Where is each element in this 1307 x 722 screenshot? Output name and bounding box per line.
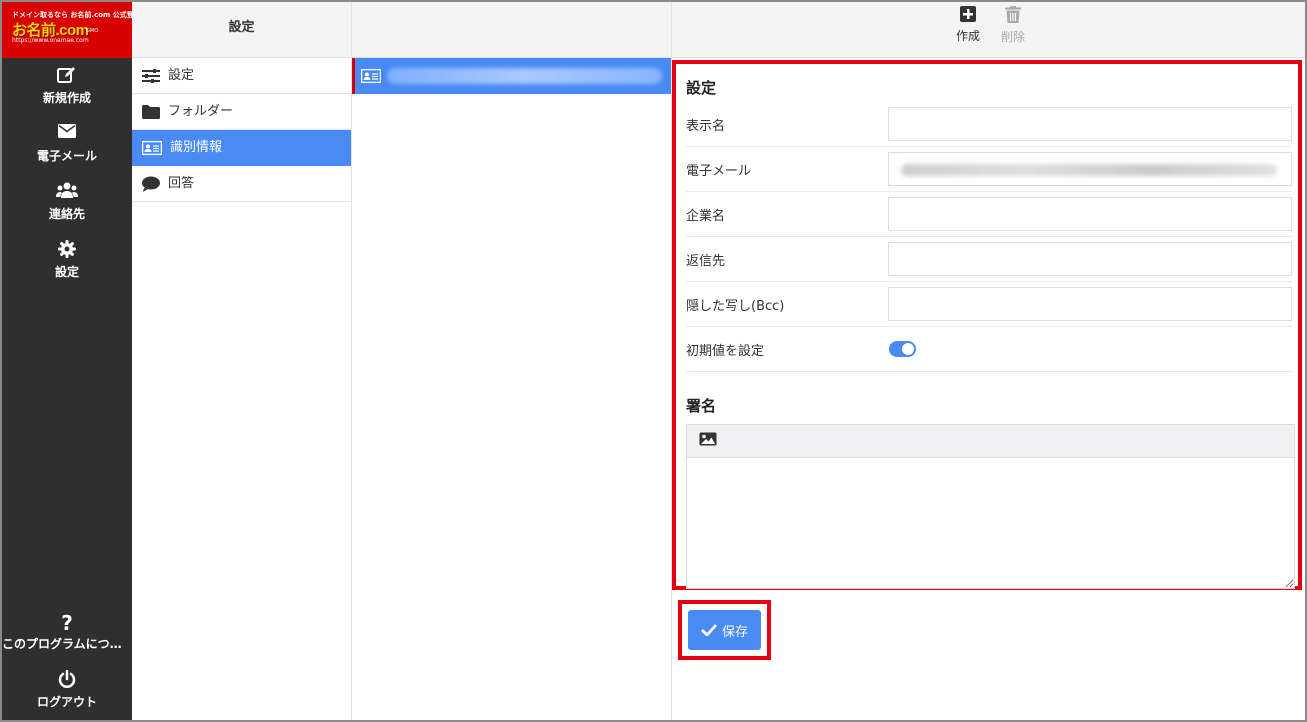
- trash-icon: [1005, 6, 1021, 23]
- nav-contacts[interactable]: 連絡先: [2, 174, 132, 232]
- brand-sub: GMO: [86, 28, 99, 34]
- delete-label: 削除: [1000, 30, 1025, 44]
- identity-list-item[interactable]: [352, 58, 671, 94]
- default-toggle[interactable]: [889, 341, 916, 357]
- checkmark-icon: [700, 624, 717, 636]
- email-field[interactable]: [888, 152, 1292, 186]
- bcc-label: 隠した写し(Bcc): [686, 298, 785, 314]
- save-highlight: 保存: [678, 600, 771, 660]
- id-card-icon: [142, 140, 162, 155]
- envelope-icon: [2, 124, 132, 146]
- signature-title: 署名: [686, 397, 717, 415]
- nav-mail[interactable]: 電子メール: [2, 116, 132, 174]
- image-icon: [699, 432, 717, 446]
- email-value-redacted: [901, 164, 1277, 176]
- settings-item-preferences[interactable]: 設定: [132, 58, 351, 94]
- brand-logo: ドメイン取るなら お名前.com 公式登録サービス お名前.com GMO ht…: [2, 2, 132, 58]
- identity-form: 設定 表示名 電子メール 企業名 返信先 隠した写し(Bcc) 初期値を設定 署…: [672, 60, 1302, 590]
- nav-logout[interactable]: ログアウト: [2, 662, 132, 720]
- create-label: 作成: [955, 29, 980, 43]
- compose-icon: [2, 66, 132, 88]
- email-label: 電子メール: [686, 163, 752, 179]
- default-label: 初期値を設定: [686, 343, 765, 359]
- power-icon: [2, 669, 132, 692]
- folder-icon: [142, 104, 160, 119]
- form-section-title: 設定: [686, 79, 717, 97]
- settings-item-identities[interactable]: 識別情報: [132, 130, 351, 166]
- nav-about-label: このプログラムについて: [2, 637, 132, 651]
- organization-label: 企業名: [686, 208, 726, 224]
- identity-list-header: [352, 2, 671, 58]
- organization-row: 企業名: [686, 192, 1292, 237]
- id-card-icon: [361, 69, 381, 83]
- insert-image-button[interactable]: [699, 432, 717, 450]
- nav-settings-label: 設定: [54, 265, 79, 279]
- brand-url: https://www.onamae.com: [12, 37, 89, 44]
- settings-list-header: 設定: [132, 2, 351, 58]
- editor-toolbar: [687, 425, 1294, 458]
- create-button[interactable]: 作成: [948, 6, 988, 44]
- identity-list-panel: [352, 2, 672, 720]
- nav-compose[interactable]: 新規作成: [2, 58, 132, 116]
- settings-item-label: 設定: [168, 68, 195, 83]
- nav-about[interactable]: ? このプログラムについて: [2, 604, 132, 662]
- reply-to-label: 返信先: [686, 253, 726, 269]
- toolbar: 作成 削除: [672, 2, 1305, 58]
- nav-contacts-label: 連絡先: [48, 207, 85, 221]
- signature-textarea[interactable]: [687, 458, 1294, 588]
- settings-item-label: 識別情報: [170, 140, 223, 155]
- settings-item-label: 回答: [168, 176, 195, 191]
- chat-bubble-icon: [142, 176, 160, 192]
- plus-square-icon: [960, 6, 976, 22]
- settings-list-panel: 設定 設定 フォルダー 識別情報 回答: [132, 2, 352, 720]
- display-name-row: 表示名: [686, 102, 1292, 147]
- nav-settings[interactable]: 設定: [2, 232, 132, 290]
- nav-mail-label: 電子メール: [36, 149, 97, 163]
- identity-edit-panel: 作成 削除 設定 表示名 電子メール 企業名 返信先 隠した写し(Bcc) 初期…: [672, 2, 1305, 720]
- question-icon: ?: [61, 611, 73, 635]
- reply-to-input[interactable]: [887, 242, 1292, 276]
- bcc-row: 隠した写し(Bcc): [686, 282, 1292, 327]
- save-label: 保存: [721, 624, 748, 640]
- reply-to-row: 返信先: [686, 237, 1292, 282]
- display-name-input[interactable]: [887, 107, 1292, 141]
- nav-compose-label: 新規作成: [42, 91, 91, 105]
- display-name-label: 表示名: [686, 118, 726, 134]
- email-row: 電子メール: [686, 147, 1292, 192]
- sliders-icon: [142, 68, 160, 83]
- main-nav: ドメイン取るなら お名前.com 公式登録サービス お名前.com GMO ht…: [2, 2, 132, 720]
- contacts-icon: [2, 182, 132, 204]
- nav-logout-label: ログアウト: [36, 695, 97, 709]
- settings-item-label: フォルダー: [168, 104, 234, 119]
- settings-item-responses[interactable]: 回答: [132, 166, 351, 202]
- toggle-knob: [902, 343, 914, 355]
- delete-button[interactable]: 削除: [993, 6, 1033, 45]
- organization-input[interactable]: [887, 197, 1292, 231]
- settings-item-folders[interactable]: フォルダー: [132, 94, 351, 130]
- signature-editor: [686, 424, 1295, 589]
- identity-name-redacted: [387, 68, 662, 84]
- gear-icon: [2, 240, 132, 262]
- default-row: 初期値を設定: [686, 327, 1292, 372]
- save-button[interactable]: 保存: [688, 610, 761, 650]
- bcc-input[interactable]: [887, 287, 1292, 321]
